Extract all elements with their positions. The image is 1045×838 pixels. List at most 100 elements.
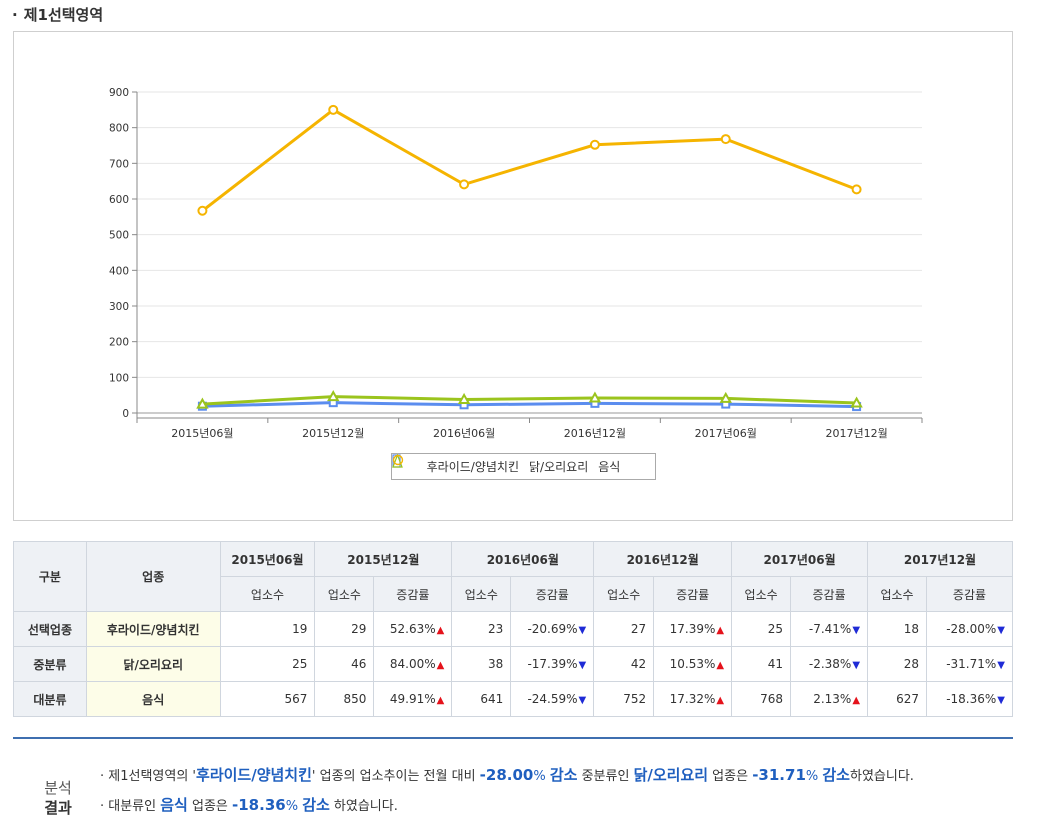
highlight-direction: 감소 bbox=[302, 796, 330, 814]
count-cell: 25 bbox=[219, 646, 316, 682]
data-table: 구분 업종 2015년06월 2015년12월 2016년06월 2016년12… bbox=[13, 541, 1014, 717]
header-period: 2015년06월 bbox=[219, 541, 316, 577]
result-text: ' 업종의 업소추이는 전월 대비 bbox=[311, 769, 480, 784]
rate-cell: -2.38%▼ bbox=[790, 646, 869, 682]
x-tick-label: 2017년12월 bbox=[825, 427, 887, 440]
data-point bbox=[328, 104, 339, 115]
table-row: 대분류 음식 567 850 49.91%▲ 641 -24.59%▼ 752 17.32%▲ 7… bbox=[13, 681, 1014, 717]
subheader-rate: 증감률 bbox=[510, 576, 595, 612]
subheader-count: 업소수 bbox=[451, 576, 512, 612]
header-industry: 업종 bbox=[85, 541, 221, 612]
result-text: 중분류인 bbox=[577, 769, 634, 784]
triangle-down-icon: ▼ bbox=[997, 660, 1005, 671]
result-text: 대분류인 bbox=[108, 799, 161, 814]
count-cell: 567 bbox=[219, 681, 316, 717]
rate-cell: 10.53%▲ bbox=[653, 646, 733, 682]
row-industry: 후라이드/양념치킨 bbox=[85, 611, 221, 647]
data-point bbox=[719, 391, 732, 403]
count-cell: 641 bbox=[451, 681, 512, 717]
rate-cell: -18.36%▼ bbox=[925, 681, 1014, 717]
triangle-up-icon: ▲ bbox=[852, 695, 861, 706]
count-cell: 29 bbox=[314, 611, 375, 647]
legend-item-series1[interactable]: 후라이드/양념치킨 bbox=[392, 454, 519, 475]
rate-cell: -31.71%▼ bbox=[925, 646, 1014, 682]
triangle-down-icon: ▼ bbox=[997, 695, 1005, 706]
highlight-industry: 후라이드/양념치킨 bbox=[196, 766, 312, 784]
triangle-down-icon: ▼ bbox=[852, 625, 861, 636]
rate-value: 17.39% bbox=[669, 622, 716, 636]
legend-item-series2[interactable]: 닭/오리요리 bbox=[392, 454, 588, 475]
y-tick-label: 100 bbox=[109, 372, 129, 384]
section-title: · 제1선택영역 bbox=[12, 4, 103, 24]
data-point bbox=[327, 390, 340, 402]
data-point bbox=[197, 205, 208, 216]
x-tick-label: 2016년12월 bbox=[564, 427, 626, 440]
subheader-rate: 증감률 bbox=[653, 576, 733, 612]
rate-value: 10.53% bbox=[669, 657, 716, 671]
header-period: 2015년12월 bbox=[314, 541, 453, 577]
rate-value: -28.00% bbox=[946, 622, 997, 636]
section-divider bbox=[13, 737, 1013, 739]
triangle-down-icon: ▼ bbox=[578, 660, 587, 671]
x-tick-label: 2015년12월 bbox=[302, 427, 364, 440]
count-cell: 752 bbox=[593, 681, 655, 717]
subheader-count: 업소수 bbox=[867, 576, 927, 612]
data-point bbox=[720, 134, 731, 145]
chart-legend: 후라이드/양념치킨 닭/오리요리 음식 bbox=[391, 453, 656, 480]
series-line-1 bbox=[202, 401, 857, 409]
count-cell: 25 bbox=[731, 611, 792, 647]
analysis-result-text: · 제1선택영역의 '후라이드/양념치킨' 업종의 업소추이는 전월 대비 -2… bbox=[100, 764, 1010, 818]
count-cell: 38 bbox=[451, 646, 512, 682]
rate-value: 84.00% bbox=[389, 657, 436, 671]
rate-value: 2.13% bbox=[813, 692, 852, 706]
header-period: 2017년06월 bbox=[731, 541, 869, 577]
triangle-down-icon: ▼ bbox=[578, 625, 587, 636]
highlight-rate: -18.36 bbox=[232, 796, 286, 814]
y-tick-label: 900 bbox=[109, 87, 129, 99]
header-period: 2016년06월 bbox=[451, 541, 595, 577]
rate-cell: 84.00%▲ bbox=[373, 646, 453, 682]
count-cell: 42 bbox=[593, 646, 655, 682]
y-tick-label: 0 bbox=[122, 408, 129, 420]
triangle-up-icon: ▲ bbox=[436, 695, 445, 706]
highlight-industry: 음식 bbox=[160, 796, 188, 814]
result-paragraph-1: · 제1선택영역의 '후라이드/양념치킨' 업종의 업소추이는 전월 대비 -2… bbox=[100, 766, 914, 784]
rate-cell: 17.32%▲ bbox=[653, 681, 733, 717]
count-cell: 41 bbox=[731, 646, 792, 682]
data-point bbox=[850, 396, 863, 408]
line-chart: 0 100 200 300 400 500 600 700 800 900 2015년06월 2015… bbox=[13, 31, 1013, 521]
triangle-up-icon: ▲ bbox=[436, 660, 445, 671]
rate-cell: -7.41%▼ bbox=[790, 611, 869, 647]
subheader-rate: 증감률 bbox=[790, 576, 869, 612]
x-tick-label: 2017년06월 bbox=[695, 427, 757, 440]
subheader-rate: 증감률 bbox=[373, 576, 453, 612]
rate-value: -2.38% bbox=[808, 657, 852, 671]
highlight-direction: 감소 bbox=[822, 766, 850, 784]
data-point bbox=[589, 139, 600, 150]
rate-value: -31.71% bbox=[946, 657, 997, 671]
rate-cell: -20.69%▼ bbox=[510, 611, 595, 647]
rate-cell: 2.13%▲ bbox=[790, 681, 869, 717]
legend-item-series3[interactable]: 음식 bbox=[392, 454, 620, 475]
rate-value: 49.91% bbox=[389, 692, 436, 706]
highlight-rate: -28.00 bbox=[479, 766, 534, 784]
rate-cell: -24.59%▼ bbox=[510, 681, 595, 717]
count-cell: 23 bbox=[451, 611, 512, 647]
row-label: 대분류 bbox=[13, 681, 87, 717]
triangle-down-icon: ▼ bbox=[852, 660, 861, 671]
result-paragraph-2: · 대분류인 음식 업종은 -18.36% 감소 하였습니다. bbox=[100, 796, 398, 814]
x-tick-label: 2016년06월 bbox=[433, 427, 495, 440]
triangle-down-icon: ▼ bbox=[578, 695, 587, 706]
percent-sign: % bbox=[533, 769, 550, 784]
rate-cell: 17.39%▲ bbox=[653, 611, 733, 647]
table-row: 선택업종 후라이드/양념치킨 19 29 52.63%▲ 23 -20.69%▼ 27 17.3… bbox=[13, 611, 1014, 647]
data-point bbox=[457, 392, 471, 404]
series-line-3 bbox=[201, 108, 858, 212]
subheader-count: 업소수 bbox=[219, 576, 316, 612]
rate-cell: -17.39%▼ bbox=[510, 646, 595, 682]
y-tick-label: 300 bbox=[109, 301, 129, 313]
x-tick-label: 2015년06월 bbox=[171, 427, 233, 440]
count-cell: 627 bbox=[867, 681, 927, 717]
subheader-count: 업소수 bbox=[314, 576, 375, 612]
triangle-up-icon: ▲ bbox=[716, 695, 725, 706]
